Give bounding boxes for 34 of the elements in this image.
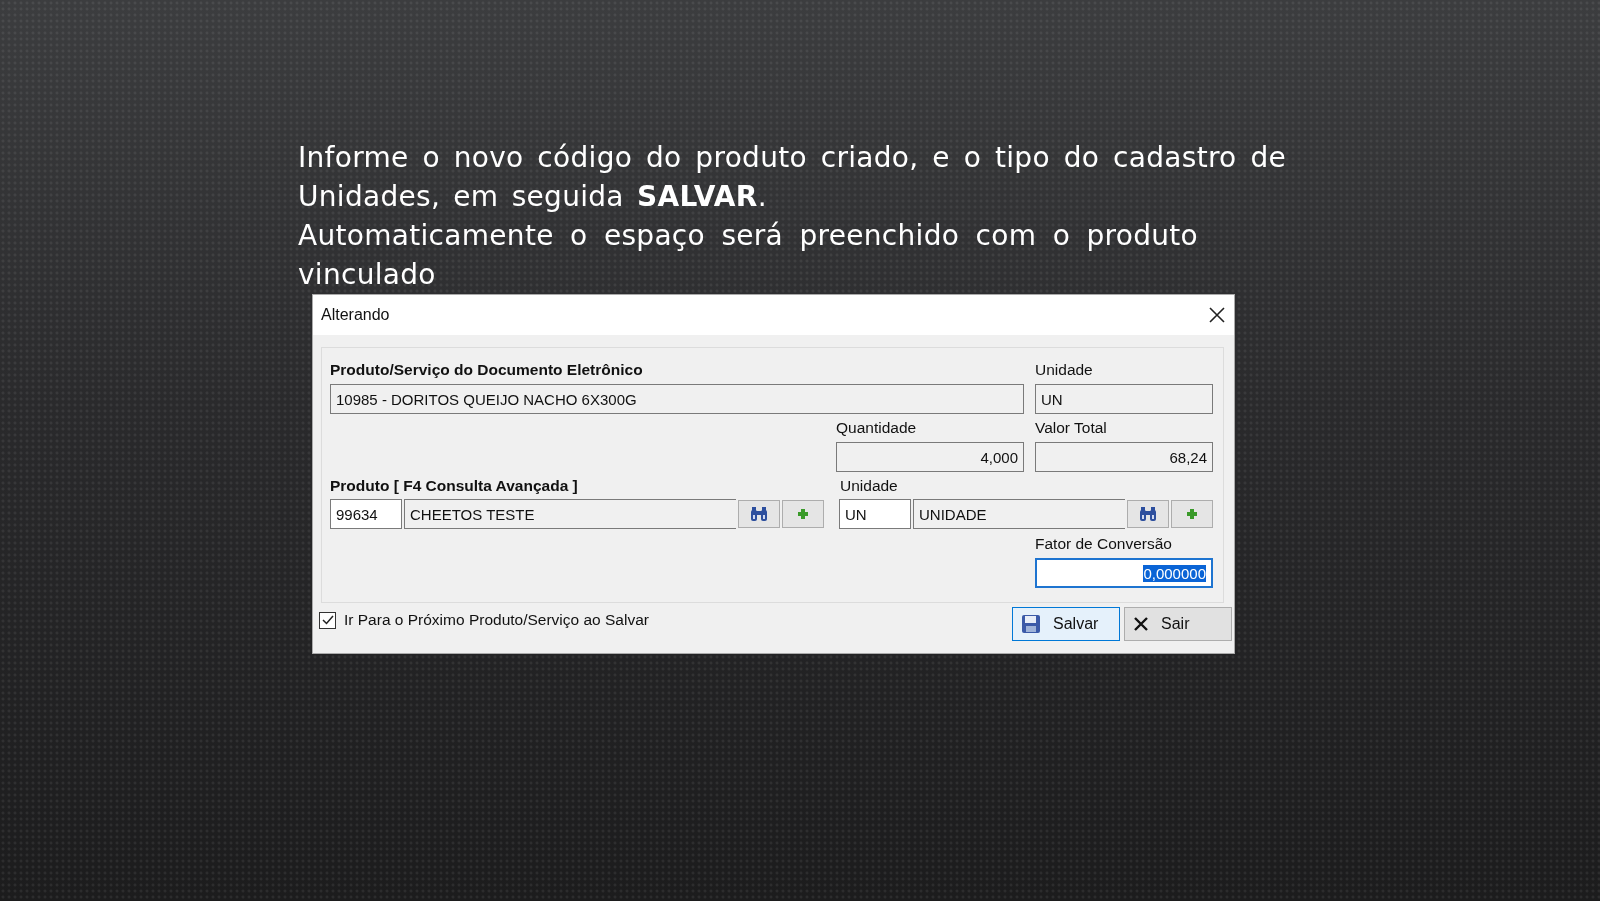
binoculars-icon: [749, 506, 769, 522]
add-button[interactable]: [1171, 500, 1213, 528]
plus-icon: [1186, 508, 1198, 520]
search-button[interactable]: [738, 500, 780, 528]
input-field[interactable]: 10985 - DORITOS QUEIJO NACHO 6X300G: [330, 384, 1024, 414]
checkbox-label: Ir Para o Próximo Produto/Serviço ao Salvar: [344, 611, 649, 629]
field-label: Quantidade: [836, 419, 918, 438]
name-field[interactable]: UNIDADE: [913, 499, 1125, 529]
field-label: Produto [ F4 Consulta Avançada ]: [330, 477, 579, 496]
binoculars-icon: [1138, 506, 1158, 522]
add-button[interactable]: [782, 500, 824, 528]
code-field[interactable]: 99634: [330, 499, 402, 529]
input-field[interactable]: 68,24: [1035, 442, 1213, 472]
close-icon: [1133, 616, 1149, 632]
code-field[interactable]: UN: [839, 499, 911, 529]
search-button[interactable]: [1127, 500, 1169, 528]
field-label: Valor Total: [1035, 419, 1108, 438]
exit-button[interactable]: Sair: [1124, 607, 1232, 641]
plus-icon: [797, 508, 809, 520]
field-value: 0,000000: [1143, 564, 1206, 582]
caption-text: Automaticamente o espaço será preenchido com o produto vinculado: [298, 218, 1198, 293]
field-label: Unidade: [839, 477, 899, 496]
input-field[interactable]: 4,000: [836, 442, 1024, 472]
field-label: Produto/Serviço do Documento Eletrônico: [330, 361, 644, 380]
save-button[interactable]: Salvar: [1012, 607, 1120, 641]
window-title: Alterando: [321, 306, 390, 324]
field-label: Fator de Conversão: [1035, 535, 1173, 554]
field-label: Unidade: [1035, 361, 1094, 380]
input-field[interactable]: UN: [1035, 384, 1213, 414]
close-icon[interactable]: [1208, 306, 1226, 324]
name-field[interactable]: CHEETOS TESTE: [404, 499, 736, 529]
checkbox[interactable]: [319, 611, 336, 629]
input-field[interactable]: 0,000000: [1035, 558, 1213, 588]
caption-text: Informe o novo código do produto criado, e o tipo do cadastro de Unidades, em seguida SALVAR.: [298, 140, 1286, 215]
